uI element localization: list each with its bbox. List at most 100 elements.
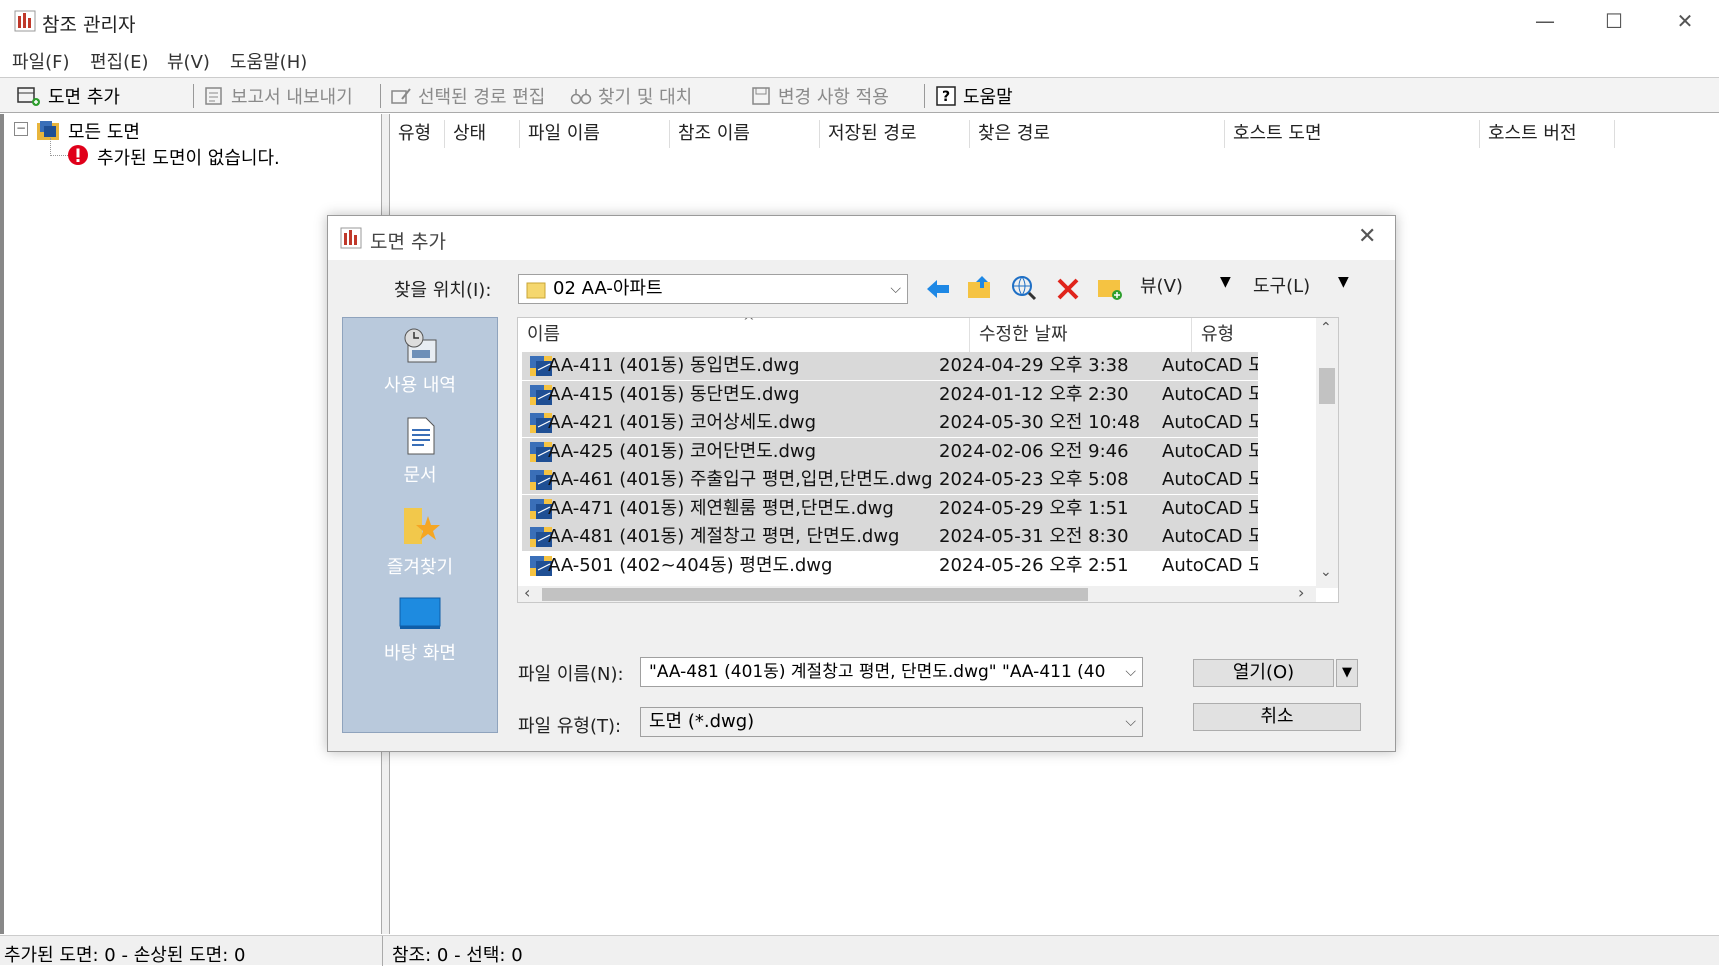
report-icon xyxy=(205,87,222,105)
filename-value: "AA-481 (401동) 계절창고 평면, 단면도.dwg" "AA-411… xyxy=(649,662,1106,682)
views-menu[interactable]: 뷰(V) xyxy=(1140,272,1183,298)
tools-dropdown-icon[interactable]: ▼ xyxy=(1338,274,1349,290)
filetype-combo[interactable]: 도면 (*.dwg) ⌵ xyxy=(640,707,1143,737)
export-report-label: 보고서 내보내기 xyxy=(231,87,353,108)
file-date: 2024-05-31 오전 8:30 xyxy=(939,526,1129,547)
menu-help[interactable]: 도움말(H) xyxy=(230,48,307,74)
apply-changes-label: 변경 사항 적용 xyxy=(778,87,889,108)
delete-icon[interactable] xyxy=(1055,276,1081,302)
scroll-down-icon[interactable]: ⌄ xyxy=(1320,564,1332,580)
search-web-icon[interactable] xyxy=(1010,274,1038,302)
place-favorites[interactable]: 즐겨찾기 xyxy=(343,504,497,579)
cancel-button[interactable]: 취소 xyxy=(1193,703,1361,731)
maximize-button[interactable]: ☐ xyxy=(1599,6,1629,36)
scroll-up-icon[interactable]: ⌃ xyxy=(1320,320,1332,336)
export-report-button[interactable]: 보고서 내보내기 xyxy=(203,83,353,109)
apply-changes-button[interactable]: 변경 사항 적용 xyxy=(750,83,889,109)
edit-path-icon xyxy=(391,88,411,104)
minimize-button[interactable]: — xyxy=(1530,6,1560,36)
menu-file[interactable]: 파일(F) xyxy=(12,48,70,74)
views-dropdown-icon[interactable]: ▼ xyxy=(1220,274,1231,290)
find-replace-button[interactable]: 찾기 및 대치 xyxy=(570,83,692,109)
binoculars-icon xyxy=(570,89,592,105)
vertical-scrollbar[interactable]: ⌃ ⌄ xyxy=(1316,318,1338,588)
favorites-icon xyxy=(404,508,440,544)
place-history[interactable]: 사용 내역 xyxy=(343,326,497,397)
status-separator xyxy=(382,936,383,966)
tree-empty-message: 추가된 도면이 없습니다. xyxy=(97,148,280,169)
place-desktop[interactable]: 바탕 화면 xyxy=(343,594,497,665)
edit-selected-path-button[interactable]: 선택된 경로 편집 xyxy=(390,83,545,109)
column-header-found-path[interactable]: 찾은 경로 xyxy=(970,120,1225,148)
add-drawing-icon xyxy=(17,87,40,106)
column-header-host-drawing[interactable]: 호스트 도면 xyxy=(1225,120,1480,148)
history-icon xyxy=(404,328,437,363)
tools-menu[interactable]: 도구(L) xyxy=(1253,272,1310,298)
file-row[interactable]: AA-415 (401동) 동단면도.dwg 2024-01-12 오후 2:30… xyxy=(522,380,1258,409)
help-icon: ? xyxy=(936,86,956,106)
file-row[interactable]: AA-471 (401동) 제연휀룸 평면,단면도.dwg 2024-05-29 … xyxy=(522,494,1258,523)
look-in-label: 찾을 위치(I): xyxy=(394,280,492,301)
up-folder-icon[interactable] xyxy=(966,274,994,302)
column-header-host-version[interactable]: 호스트 버전 xyxy=(1480,120,1615,148)
chevron-down-icon: ⌵ xyxy=(890,281,901,297)
find-replace-label: 찾기 및 대치 xyxy=(598,87,693,108)
file-date: 2024-04-29 오후 3:38 xyxy=(939,355,1129,376)
file-row[interactable]: AA-461 (401동) 주출입구 평면,입면,단면도.dwg 2024-05-… xyxy=(522,466,1258,494)
file-list[interactable]: 이름 ^ 수정한 날짜 유형 AA-411 (401동) 동입면도.dwg 202… xyxy=(517,317,1339,603)
column-header-refname[interactable]: 참조 이름 xyxy=(670,120,820,148)
open-dropdown-button[interactable]: ▼ xyxy=(1336,659,1358,687)
file-name: AA-501 (402~404동) 평면도.dwg xyxy=(548,554,833,576)
horizontal-scroll-thumb[interactable] xyxy=(542,588,1088,601)
apply-changes-icon xyxy=(752,87,770,105)
back-arrow-icon[interactable] xyxy=(924,276,952,302)
file-type: AutoCAD 도 xyxy=(1162,497,1258,519)
close-button[interactable]: ✕ xyxy=(1670,6,1700,36)
file-header-type[interactable]: 유형 xyxy=(1192,318,1302,352)
scroll-right-icon[interactable]: › xyxy=(1298,583,1304,602)
column-header-status[interactable]: 상태 xyxy=(445,120,520,148)
menu-view[interactable]: 뷰(V) xyxy=(167,48,210,74)
vertical-scroll-thumb[interactable] xyxy=(1319,368,1335,404)
file-row[interactable]: AA-421 (401동) 코어상세도.dwg 2024-05-30 오전 10:… xyxy=(522,409,1258,437)
horizontal-scrollbar[interactable]: ‹ › xyxy=(518,583,1316,602)
scroll-left-icon[interactable]: ‹ xyxy=(524,583,530,602)
look-in-value: 02 AA-아파트 xyxy=(553,278,663,299)
menu-bar: 파일(F) 편집(E) 뷰(V) 도움말(H) xyxy=(0,44,1719,76)
place-documents[interactable]: 문서 xyxy=(343,416,497,487)
help-button[interactable]: ? 도움말 xyxy=(935,83,1013,109)
file-row[interactable]: AA-425 (401동) 코어단면도.dwg 2024-02-06 오전 9:4… xyxy=(522,437,1258,466)
column-header-type[interactable]: 유형 xyxy=(390,120,445,148)
add-drawing-button[interactable]: 도면 추가 xyxy=(16,83,120,109)
places-bar: 사용 내역 문서 즐겨찾기 바탕 화면 xyxy=(342,317,498,733)
new-folder-icon[interactable] xyxy=(1096,274,1124,302)
tree-root-label[interactable]: 모든 도면 xyxy=(68,118,140,144)
drawing-tree[interactable]: − 모든 도면 추가된 도면이 없습니다. xyxy=(0,114,382,934)
toolbar: 도면 추가 보고서 내보내기 선택된 경로 편집 찾기 및 대치 변경 사항 적… xyxy=(0,77,1719,113)
open-button[interactable]: 열기(O) xyxy=(1193,659,1334,687)
file-row[interactable]: AA-501 (402~404동) 평면도.dwg 2024-05-26 오후 2… xyxy=(522,552,1258,580)
look-in-combo[interactable]: 02 AA-아파트 ⌵ xyxy=(518,274,908,304)
file-type: AutoCAD 도 xyxy=(1162,412,1258,433)
file-date: 2024-05-26 오후 2:51 xyxy=(939,554,1129,576)
desktop-icon xyxy=(399,597,441,629)
column-header-filename[interactable]: 파일 이름 xyxy=(520,120,670,148)
filetype-label: 파일 유형(T): xyxy=(518,716,622,737)
dialog-close-button[interactable]: ✕ xyxy=(1358,224,1376,249)
file-header-date[interactable]: 수정한 날짜 xyxy=(970,318,1192,352)
file-name: AA-461 (401동) 주출입구 평면,입면,단면도.dwg xyxy=(548,469,933,490)
dialog-app-icon xyxy=(340,227,362,249)
file-date: 2024-05-29 오후 1:51 xyxy=(939,497,1129,519)
file-name: AA-411 (401동) 동입면도.dwg xyxy=(548,355,800,376)
file-type: AutoCAD 도 xyxy=(1162,383,1258,405)
collapse-toggle[interactable]: − xyxy=(14,122,28,136)
status-references: 참조: 0 - 선택: 0 xyxy=(392,945,523,966)
toolbar-separator xyxy=(380,84,381,108)
file-row[interactable]: AA-481 (401동) 계절창고 평면, 단면도.dwg 2024-05-31… xyxy=(522,523,1258,551)
menu-edit[interactable]: 편집(E) xyxy=(90,48,149,74)
column-header-saved-path[interactable]: 저장된 경로 xyxy=(820,120,970,148)
filename-input[interactable]: "AA-481 (401동) 계절창고 평면, 단면도.dwg" "AA-411… xyxy=(640,657,1143,687)
error-icon xyxy=(68,145,88,165)
place-history-label: 사용 내역 xyxy=(384,375,456,396)
file-row[interactable]: AA-411 (401동) 동입면도.dwg 2024-04-29 오후 3:38… xyxy=(522,352,1258,380)
